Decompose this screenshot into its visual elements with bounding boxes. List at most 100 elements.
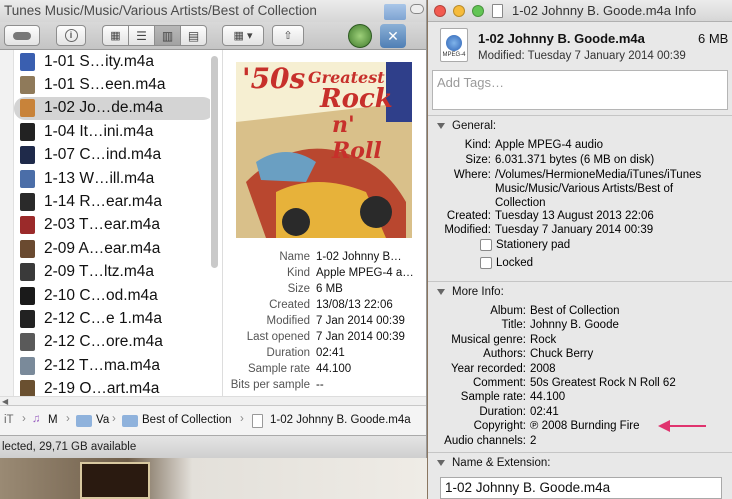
desktop-background [0,458,427,499]
mpeg4-file-icon: MPEG-4 [440,28,468,62]
general-section-header[interactable]: General: [428,116,732,136]
more-info-value: Chuck Berry [530,348,594,361]
stationery-pad-label: Stationery pad [496,239,571,251]
toolbar-toggle-button[interactable] [410,4,424,14]
file-name: 1-13 W…ill.m4a [44,169,155,187]
more-info-value: Rock [530,333,557,346]
path-seg-1[interactable]: iT [4,414,14,426]
file-list-item[interactable]: 2-09 A…ear.m4a [14,237,210,260]
file-list-item[interactable]: 1-07 C…ind.m4a [14,144,210,167]
meta-value: 02:41 [316,347,345,359]
path-seg-4[interactable]: Best of Collection [142,414,232,426]
art-text-rock: Rock [320,84,393,114]
audio-file-icon [252,414,263,428]
app-icon[interactable] [348,24,372,48]
list-scrollbar[interactable] [211,56,218,268]
file-list-item[interactable]: 2-12 T…ma.m4a [14,354,210,377]
share-icon: ⇧ [283,30,293,42]
audio-file-icon [492,4,503,18]
more-info-value: 50s Greatest Rock N Roll 62 [530,377,676,389]
meta-label: Kind [286,267,310,279]
file-name: 2-19 O…art.m4a [44,380,160,396]
chevron-right-icon: › [240,413,244,425]
finder-title: Tunes Music/Music/Various Artists/Best o… [0,0,426,22]
more-info-row: Copyright: ℗ 2008 Burnding Fire [428,419,732,433]
path-seg-2[interactable]: M [48,414,58,426]
meta-label: Duration [266,347,310,359]
pill-icon [13,31,31,40]
more-info-label: Comment: [472,377,526,389]
preview-meta-row: Sample rate 44.100 [222,362,426,378]
file-list-item[interactable]: 1-04 It…ini.m4a [14,120,210,143]
close-button[interactable] [434,5,446,17]
previous-column [0,50,14,396]
info-file-name: 1-02 Johnny B. Goode.m4a [478,31,645,46]
tools-icon[interactable]: ✕ [380,24,406,48]
album-thumbnail-icon [20,99,35,118]
file-list-item[interactable]: 2-19 O…art.m4a [14,377,210,396]
where-row: Where: /Volumes/HermioneMedia/iTunes/iTu… [428,168,732,210]
file-name: 1-02 Jo…de.m4a [44,99,163,117]
view-coverflow-button[interactable]: ▤ [180,25,207,46]
file-list-item[interactable]: 2-12 C…ore.m4a [14,331,210,354]
info-window-title: 1-02 Johnny B. Goode.m4a Info [512,3,697,18]
meta-value: 7 Jan 2014 00:39 [316,315,405,327]
path-seg-3[interactable]: Va [96,414,109,426]
file-list-item[interactable]: 2-03 T…ear.m4a [14,214,210,237]
name-extension-section-header[interactable]: Name & Extension: [428,453,732,473]
meta-value: 6 MB [316,283,343,295]
file-list-item[interactable]: 2-12 C…e 1.m4a [14,307,210,330]
info-icon: i [64,29,78,42]
arrange-button[interactable]: ▦ ▾ [222,25,264,46]
view-columns-button[interactable]: ▥ [154,25,180,46]
album-thumbnail-icon [20,52,35,71]
file-list-item[interactable]: 1-13 W…ill.m4a [14,167,210,190]
file-list-item[interactable]: 1-01 S…ity.m4a [14,50,210,73]
path-seg-5[interactable]: 1-02 Johnny B. Goode.m4a [270,414,411,426]
minimize-button[interactable] [453,5,465,17]
size-row: Size: 6.031.371 bytes (6 MB on disk) [428,153,732,167]
file-list-item[interactable]: 2-09 T…ltz.m4a [14,261,210,284]
meta-value: 13/08/13 22:06 [316,299,393,311]
disclosure-triangle-icon [437,289,445,295]
album-thumbnail-icon [20,333,35,352]
view-list-button[interactable]: ☰ [128,25,154,46]
folder-icon [76,415,92,427]
name-extension-field[interactable]: 1-02 Johnny B. Goode.m4a [440,477,722,499]
file-list-item[interactable]: 1-01 S…een.m4a [14,73,210,96]
file-list-item[interactable]: 1-14 R…ear.m4a [14,190,210,213]
more-info-section-header[interactable]: More Info: [428,282,732,302]
stationery-pad-checkbox[interactable] [480,239,492,251]
file-name: 2-09 T…ltz.m4a [44,263,154,281]
size-value: 6.031.371 bytes (6 MB on disk) [495,154,655,166]
more-info-label: Copyright: [473,420,526,433]
icon-view-icon: ▦ [110,30,121,42]
more-info-value: 2 [530,434,537,447]
where-label: Where: [453,169,491,181]
more-info-row: Year recorded: 2008 [428,362,732,376]
view-icons-button[interactable]: ▦ [102,25,128,46]
tags-field[interactable]: Add Tags… [432,70,728,110]
preview-meta-row: Bits per sample -- [222,378,426,394]
album-thumbnail-icon [20,286,35,305]
info-button[interactable]: i [56,25,86,46]
kind-value: Apple MPEG-4 audio [495,139,604,151]
locked-label: Locked [496,257,534,269]
horizontal-scrollbar[interactable]: ◀ [0,396,426,406]
more-info-row: Musical genre: Rock [428,333,732,347]
info-modified-line: Modified: Tuesday 7 January 2014 00:39 [478,50,686,62]
zoom-button[interactable] [472,5,484,17]
locked-checkbox[interactable] [480,257,492,269]
share-button[interactable]: ⇧ [272,25,304,46]
meta-label: Last opened [246,331,310,343]
preview-meta-row: Duration 02:41 [222,346,426,362]
back-forward-button[interactable] [4,25,40,46]
file-name: 2-03 T…ear.m4a [44,216,161,234]
file-name: 1-14 R…ear.m4a [44,193,163,211]
meta-value: 7 Jan 2014 00:39 [316,331,405,343]
path-bar: iT › ♫ M › Va › Best of Collection › 1-0… [0,405,426,435]
file-list-item[interactable]: 1-02 Jo…de.m4a [14,96,210,121]
preview-meta-row: Modified 7 Jan 2014 00:39 [222,314,426,330]
file-list-item[interactable]: 2-10 C…od.m4a [14,284,210,307]
more-info-label: Duration: [479,405,526,418]
